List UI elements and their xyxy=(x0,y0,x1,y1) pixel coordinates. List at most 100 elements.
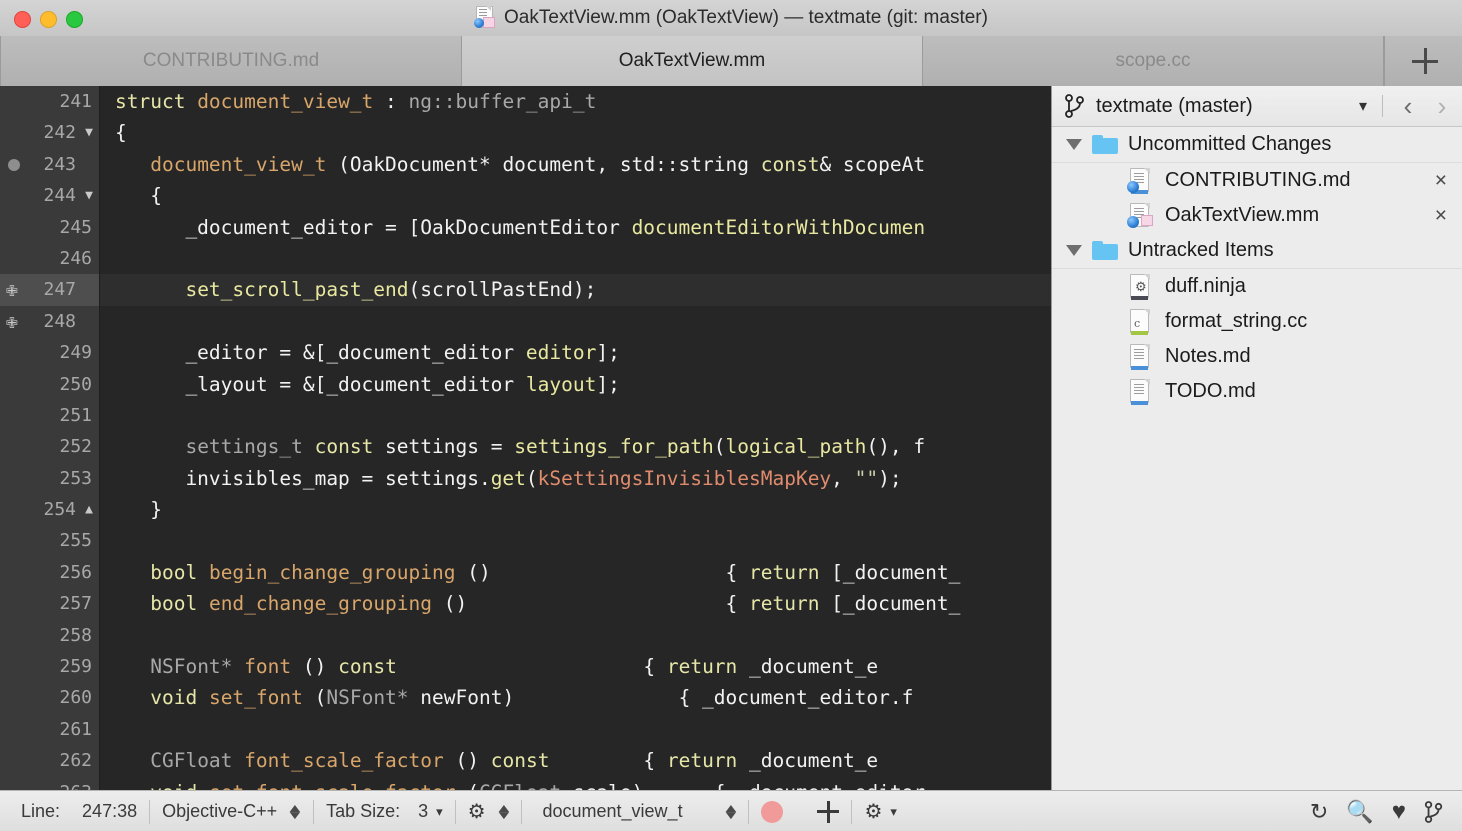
code-line-245[interactable]: _document_editor = [OakDocumentEditor do… xyxy=(100,212,1051,243)
minimize-button[interactable] xyxy=(40,11,57,28)
line-number: 247 xyxy=(43,279,92,300)
sidebar-file-item[interactable]: cformat_string.cc xyxy=(1052,304,1462,339)
language-stepper[interactable]: ▲▼ xyxy=(289,805,301,819)
tab-contributing-md[interactable]: CONTRIBUTING.md xyxy=(0,36,462,86)
gutter-line-261[interactable]: 261 xyxy=(0,714,99,745)
close-icon[interactable]: × xyxy=(1435,205,1447,226)
code-line-250[interactable]: _layout = &[_document_editor layout]; xyxy=(100,369,1051,400)
gutter-line-244[interactable]: ▼244 xyxy=(0,180,99,211)
chevron-down-icon[interactable]: ▾ xyxy=(1352,95,1374,117)
code-editor[interactable]: 241▼242243▼244245246✙247✙248249250251252… xyxy=(0,86,1051,790)
sidebar-file-item[interactable]: OakTextView.mm× xyxy=(1052,198,1462,233)
code-line-262[interactable]: CGFloat font_scale_factor () const { ret… xyxy=(100,745,1051,776)
code-line-252[interactable]: settings_t const settings = settings_for… xyxy=(100,431,1051,462)
tab-oaktextview-mm[interactable]: OakTextView.mm xyxy=(462,36,923,86)
macro-record-button[interactable] xyxy=(761,801,783,823)
refresh-icon[interactable]: ↻ xyxy=(1310,801,1328,823)
gutter-line-255[interactable]: 255 xyxy=(0,525,99,556)
code-line-242[interactable]: { xyxy=(100,117,1051,148)
gutter-line-250[interactable]: 250 xyxy=(0,369,99,400)
git-branch-icon[interactable] xyxy=(1424,801,1444,823)
code-line-260[interactable]: void set_font (NSFont* newFont) { _docum… xyxy=(100,682,1051,713)
gutter-line-253[interactable]: 253 xyxy=(0,463,99,494)
line-number-gutter[interactable]: 241▼242243▼244245246✙247✙248249250251252… xyxy=(0,86,100,790)
code-token: (), f xyxy=(866,435,925,458)
settings-stepper[interactable]: ▲▼ xyxy=(498,805,510,819)
gutter-line-245[interactable]: 245 xyxy=(0,212,99,243)
code-line-241[interactable]: struct document_view_t : ng::buffer_api_… xyxy=(100,86,1051,117)
code-line-247[interactable]: set_scroll_past_end(scrollPastEnd); xyxy=(100,274,1051,305)
added-line-icon[interactable]: ✙ xyxy=(6,306,18,337)
gutter-line-248[interactable]: ✙248 xyxy=(0,306,99,337)
line-indicator[interactable]: Line: 247:38 xyxy=(21,801,137,822)
status-bar: Line: 247:38 Objective-C++ ▲▼ Tab Size: … xyxy=(0,790,1462,831)
gutter-line-251[interactable]: 251 xyxy=(0,400,99,431)
chevron-down-icon[interactable]: ▾ xyxy=(890,804,897,820)
sidebar-group-untracked-items[interactable]: Untracked Items xyxy=(1052,233,1462,269)
code-line-259[interactable]: NSFont* font () const { return _document… xyxy=(100,651,1051,682)
gutter-line-262[interactable]: 262 xyxy=(0,745,99,776)
code-line-261[interactable] xyxy=(100,714,1051,745)
code-line-243[interactable]: document_view_t (OakDocument* document, … xyxy=(100,149,1051,180)
code-line-246[interactable] xyxy=(100,243,1051,274)
code-line-255[interactable] xyxy=(100,525,1051,556)
gutter-line-260[interactable]: 260 xyxy=(0,682,99,713)
gutter-line-243[interactable]: 243 xyxy=(0,149,99,180)
bookmark-icon[interactable] xyxy=(8,159,20,171)
added-line-icon[interactable]: ✙ xyxy=(6,274,18,305)
gutter-line-241[interactable]: 241 xyxy=(0,86,99,117)
chevron-right-icon[interactable]: › xyxy=(1425,92,1459,120)
favorites-heart-icon[interactable]: ♥ xyxy=(1392,800,1406,824)
sidebar-file-item[interactable]: Notes.md xyxy=(1052,339,1462,374)
add-file-button[interactable] xyxy=(817,801,839,823)
code-line-254[interactable]: } xyxy=(100,494,1051,525)
code-line-257[interactable]: bool end_change_grouping () { return [_d… xyxy=(100,588,1051,619)
fold-end-icon[interactable]: ▲ xyxy=(85,494,93,525)
gutter-line-249[interactable]: 249 xyxy=(0,337,99,368)
sidebar-branch-title: textmate (master) xyxy=(1096,95,1253,118)
gutter-line-257[interactable]: 257 xyxy=(0,588,99,619)
symbol-stepper[interactable]: ▲▼ xyxy=(725,805,737,819)
gutter-line-246[interactable]: 246 xyxy=(0,243,99,274)
close-button[interactable] xyxy=(14,11,31,28)
code-text-area[interactable]: struct document_view_t : ng::buffer_api_… xyxy=(100,86,1051,790)
gutter-line-242[interactable]: ▼242 xyxy=(0,117,99,148)
sidebar-actions-button[interactable]: ⚙ ▾ xyxy=(864,802,896,822)
chevron-down-icon[interactable]: ▾ xyxy=(436,804,443,820)
disclosure-triangle-icon[interactable] xyxy=(1066,139,1082,150)
gutter-line-254[interactable]: ▲254 xyxy=(0,494,99,525)
language-selector[interactable]: Objective-C++ ▲▼ xyxy=(162,801,301,822)
tab-size-selector[interactable]: Tab Size: 3 ▾ xyxy=(326,801,443,822)
code-line-253[interactable]: invisibles_map = settings.get(kSettingsI… xyxy=(100,463,1051,494)
new-tab-button[interactable] xyxy=(1384,36,1462,86)
code-line-248[interactable] xyxy=(100,306,1051,337)
sidebar-file-item[interactable]: CONTRIBUTING.md× xyxy=(1052,163,1462,198)
gutter-line-259[interactable]: 259 xyxy=(0,651,99,682)
code-line-244[interactable]: { xyxy=(100,180,1051,211)
gutter-line-256[interactable]: 256 xyxy=(0,557,99,588)
symbol-selector[interactable]: document_view_t ▲▼ xyxy=(542,801,736,822)
tab-scope-cc[interactable]: scope.cc xyxy=(923,36,1384,86)
disclosure-triangle-icon[interactable] xyxy=(1066,245,1082,256)
code-line-256[interactable]: bool begin_change_grouping () { return [… xyxy=(100,557,1051,588)
gutter-line-247[interactable]: ✙ 247 xyxy=(0,274,99,305)
gutter-line-258[interactable]: 258 xyxy=(0,620,99,651)
editor-settings-button[interactable]: ⚙ ▲▼ xyxy=(468,802,510,822)
search-icon[interactable]: 🔍 xyxy=(1346,801,1373,823)
code-line-249[interactable]: _editor = &[_document_editor editor]; xyxy=(100,337,1051,368)
code-token: settings_t xyxy=(185,435,302,458)
sidebar-file-item[interactable]: ⚙duff.ninja xyxy=(1052,269,1462,304)
code-token: begin_change_grouping xyxy=(209,561,456,584)
chevron-left-icon[interactable]: ‹ xyxy=(1391,92,1425,120)
gutter-line-252[interactable]: 252 xyxy=(0,431,99,462)
close-icon[interactable]: × xyxy=(1435,170,1447,191)
code-line-263[interactable]: void set_font_scale_factor (CGFloat scal… xyxy=(100,777,1051,790)
fold-collapse-icon[interactable]: ▼ xyxy=(85,180,93,211)
code-line-258[interactable] xyxy=(100,620,1051,651)
fold-collapse-icon[interactable]: ▼ xyxy=(85,117,93,148)
sidebar-file-item[interactable]: TODO.md xyxy=(1052,374,1462,409)
gutter-line-263[interactable]: 263 xyxy=(0,777,99,790)
sidebar-group-uncommitted-changes[interactable]: Uncommitted Changes xyxy=(1052,127,1462,163)
zoom-button[interactable] xyxy=(66,11,83,28)
code-line-251[interactable] xyxy=(100,400,1051,431)
